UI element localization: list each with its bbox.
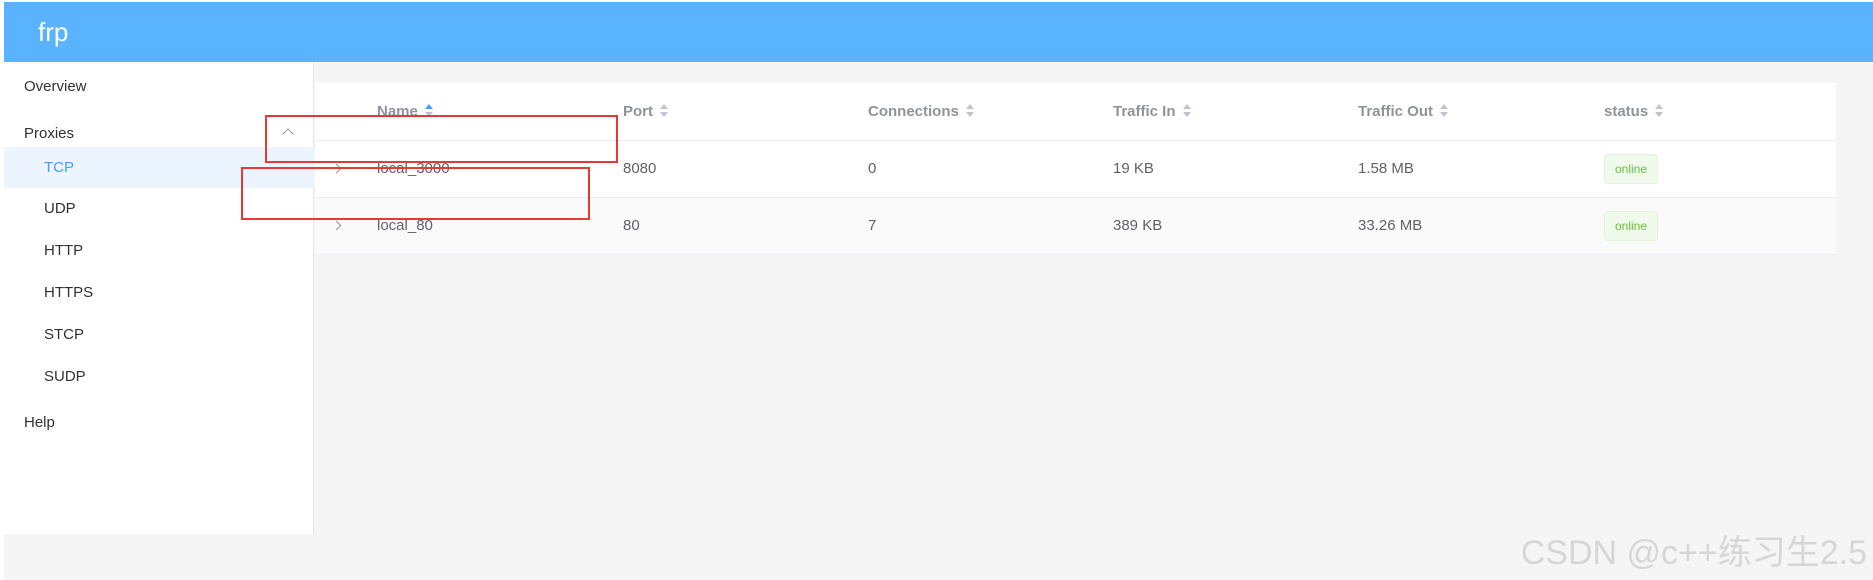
status-badge: online (1604, 211, 1659, 241)
column-header-port[interactable]: Port (623, 83, 669, 141)
sort-caret-icon[interactable] (659, 103, 669, 119)
status-badge: online (1604, 154, 1659, 184)
app-window: frp Overview Proxies TCP UDP HTTP HTTPS … (4, 2, 1873, 580)
highlight-box-row-2 (241, 167, 590, 220)
sort-caret-icon[interactable] (1654, 103, 1664, 119)
sidebar-item-stcp[interactable]: STCP (4, 314, 314, 356)
cell-port: 8080 (623, 160, 657, 177)
sidebar-item-help[interactable]: Help (4, 398, 314, 448)
sort-caret-icon[interactable] (1182, 103, 1192, 119)
sidebar-item-label: SUDP (44, 368, 86, 385)
sidebar-item-label: STCP (44, 326, 85, 343)
sidebar-item-label: TCP (44, 159, 74, 176)
column-header-status[interactable]: status (1604, 83, 1664, 141)
column-header-label: Connections (868, 103, 959, 120)
sidebar-item-http[interactable]: HTTP (4, 230, 314, 272)
cell-traffic-in: 389 KB (1113, 217, 1163, 234)
highlight-box-row-1 (265, 115, 618, 163)
cell-connections: 7 (868, 217, 877, 234)
sidebar-item-sudp[interactable]: SUDP (4, 356, 314, 398)
sidebar-item-label: Overview (24, 78, 87, 95)
sort-caret-icon[interactable] (965, 103, 975, 119)
cell-traffic-out: 33.26 MB (1358, 217, 1423, 234)
top-header: frp (4, 2, 1873, 62)
sidebar-item-label: HTTP (44, 242, 84, 259)
column-header-label: Traffic Out (1358, 103, 1434, 120)
cell-port: 80 (623, 217, 640, 234)
sidebar-item-https[interactable]: HTTPS (4, 272, 314, 314)
sort-caret-icon[interactable] (1439, 103, 1449, 119)
column-header-traffic-in[interactable]: Traffic In (1113, 83, 1192, 141)
sidebar-item-overview[interactable]: Overview (4, 62, 314, 112)
brand-logo[interactable]: frp (38, 12, 68, 52)
sidebar-item-label: UDP (44, 200, 76, 217)
watermark-text: CSDN @c++练习生2.5 (1520, 534, 1867, 572)
column-header-connections[interactable]: Connections (868, 83, 975, 141)
expand-chevron-icon[interactable] (331, 220, 342, 231)
cell-traffic-out: 1.58 MB (1358, 160, 1414, 177)
column-header-label: Traffic In (1113, 103, 1176, 120)
column-header-label: Port (623, 103, 653, 120)
sidebar-item-label: Help (24, 414, 55, 431)
sidebar-item-label: HTTPS (44, 284, 94, 301)
column-header-label: status (1604, 103, 1649, 120)
column-header-traffic-out[interactable]: Traffic Out (1358, 83, 1449, 141)
cell-connections: 0 (868, 160, 877, 177)
cell-traffic-in: 19 KB (1113, 160, 1154, 177)
